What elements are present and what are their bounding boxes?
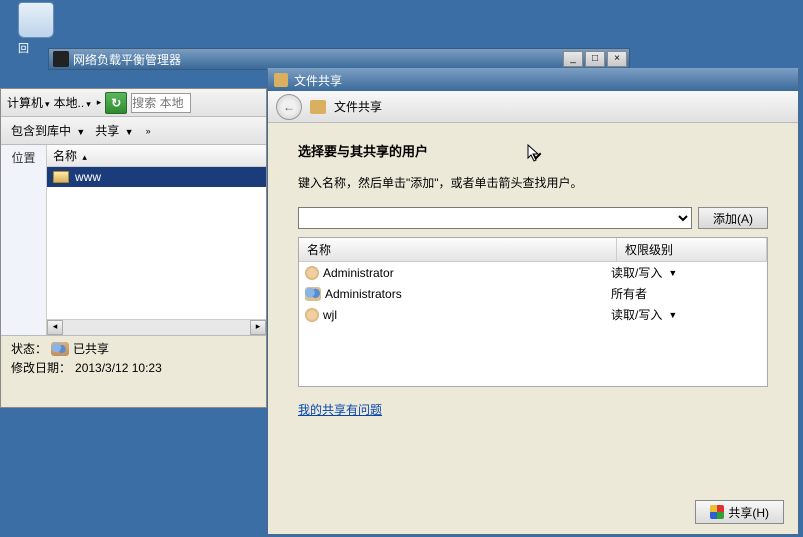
nlb-minimize-button[interactable]: _ [563, 51, 583, 67]
file-name: www [75, 170, 101, 184]
share-crumb-icon [310, 100, 326, 114]
permission-user-name: Administrator [323, 266, 394, 280]
nlb-title: 网络负载平衡管理器 [73, 51, 563, 68]
location-dropdown[interactable]: 本地..▾ [54, 94, 91, 111]
computer-dropdown[interactable]: 计算机▾ [7, 94, 50, 111]
permission-level: 读取/写入 [611, 264, 662, 281]
shared-users-icon [51, 342, 69, 356]
nlb-window-titlebar[interactable]: 网络负载平衡管理器 _ □ × [48, 48, 630, 70]
nlb-app-icon [53, 51, 69, 67]
file-sharing-dialog: 文件共享 ← 文件共享 选择要与其共享的用户 键入名称，然后单击"添加"，或者单… [267, 68, 799, 535]
permission-level: 读取/写入 [611, 306, 662, 323]
share-window-title: 文件共享 [294, 72, 342, 89]
share-title-icon [274, 73, 288, 87]
share-button-label: 共享(H) [728, 504, 769, 521]
permission-user-name: Administrators [325, 287, 402, 301]
share-heading: 选择要与其共享的用户 [298, 141, 768, 160]
status-value: 已共享 [73, 340, 109, 357]
refresh-button[interactable]: ↻ [105, 92, 127, 114]
explorer-address-bar: 计算机▾ 本地..▾ ▸ ↻ [1, 89, 266, 117]
status-label: 状态： [11, 340, 47, 357]
column-header-name[interactable]: 名称 ▴ [47, 145, 266, 167]
user-icon [305, 266, 319, 280]
explorer-nav-pane[interactable]: 位置 [1, 145, 47, 335]
horizontal-scrollbar[interactable]: ◂ ▸ [47, 319, 266, 335]
permission-level: 所有者 [611, 285, 647, 302]
explorer-command-bar: 包含到库中 ▼ 共享 ▼ » [1, 117, 266, 145]
share-breadcrumb: 文件共享 [334, 98, 382, 115]
share-button[interactable]: 共享(H) [695, 500, 784, 524]
recycle-bin-icon [18, 2, 54, 38]
share-menu-button[interactable]: 共享 ▼ [95, 122, 133, 139]
nlb-close-button[interactable]: × [607, 51, 627, 67]
scroll-right-button[interactable]: ▸ [250, 320, 266, 335]
add-button[interactable]: 添加(A) [698, 207, 768, 229]
share-titlebar[interactable]: 文件共享 [268, 69, 798, 91]
modified-label: 修改日期： [11, 359, 71, 376]
scroll-left-button[interactable]: ◂ [47, 320, 63, 335]
search-input[interactable] [131, 93, 191, 113]
permission-dropdown-icon[interactable]: ▼ [668, 310, 677, 320]
permission-dropdown-icon[interactable]: ▼ [668, 268, 677, 278]
explorer-window: 计算机▾ 本地..▾ ▸ ↻ 包含到库中 ▼ 共享 ▼ » 位置 名称 ▴ ww… [0, 88, 267, 408]
folder-icon [53, 171, 69, 183]
breadcrumb-chevron-icon[interactable]: ▸ [97, 97, 102, 108]
sharing-help-link[interactable]: 我的共享有问题 [298, 401, 382, 418]
permission-row[interactable]: Administrator 读取/写入 ▼ [299, 262, 767, 283]
nav-location-label: 位置 [5, 149, 42, 166]
uac-shield-icon [710, 505, 724, 519]
user-name-combobox[interactable] [298, 207, 692, 229]
column-header-name[interactable]: 名称 [299, 238, 617, 261]
permission-user-name: wjl [323, 308, 337, 322]
nlb-maximize-button[interactable]: □ [585, 51, 605, 67]
permission-row[interactable]: Administrators 所有者 [299, 283, 767, 304]
explorer-details-pane: 状态： 已共享 修改日期： 2013/3/12 10:23 [1, 335, 266, 382]
modified-value: 2013/3/12 10:23 [75, 361, 162, 375]
back-button[interactable]: ← [276, 94, 302, 120]
permissions-table: 名称 权限级别 Administrator读取/写入▼Administrator… [298, 237, 768, 387]
share-nav-bar: ← 文件共享 [268, 91, 798, 123]
command-overflow-icon[interactable]: » [146, 126, 151, 136]
user-icon [305, 308, 319, 322]
column-header-permission[interactable]: 权限级别 [617, 238, 767, 261]
file-row-selected[interactable]: www [47, 167, 266, 187]
group-icon [305, 287, 321, 301]
file-list[interactable]: www [47, 167, 266, 319]
share-instruction: 键入名称，然后单击"添加"，或者单击箭头查找用户。 [298, 174, 768, 191]
include-library-button[interactable]: 包含到库中 ▼ [11, 122, 85, 139]
permission-row[interactable]: wjl 读取/写入 ▼ [299, 304, 767, 325]
